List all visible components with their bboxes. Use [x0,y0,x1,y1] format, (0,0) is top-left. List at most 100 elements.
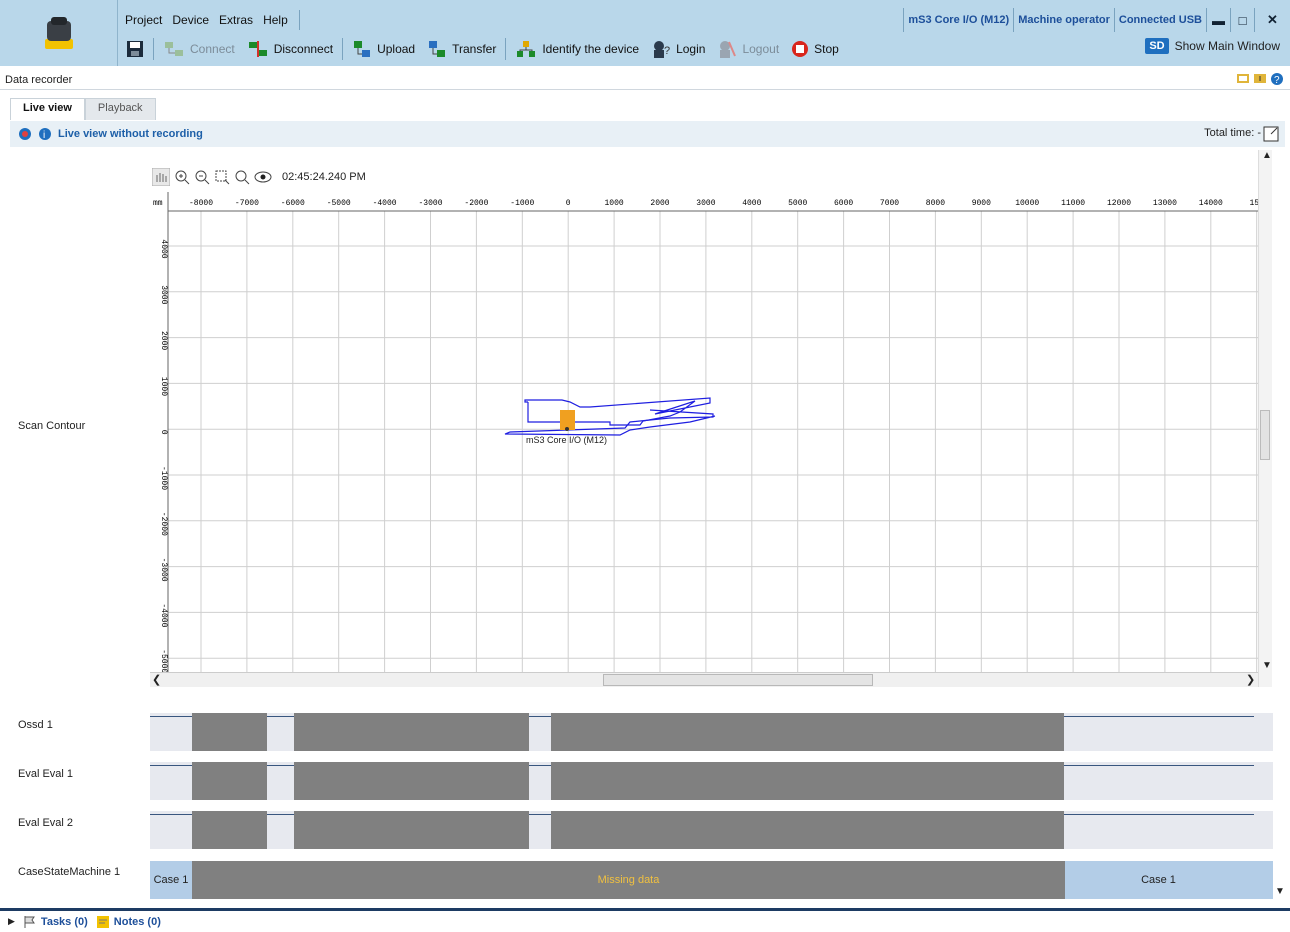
bottom-bar: ▶ Tasks (0) Notes (0) [0,908,1290,932]
stop-button[interactable]: Stop [785,37,845,61]
unit-label: mm [153,199,163,208]
case-right-segment: Case 1 [1141,874,1176,886]
device-status[interactable]: mS3 Core I/O (M12) [903,8,1013,32]
connect-button[interactable]: Connect [157,37,241,61]
live-info-bar: i Live view without recording Total time… [10,121,1285,147]
x-tick-label: 11000 [1061,199,1085,208]
x-tick-label: 13000 [1153,199,1177,208]
device-origin [565,427,569,431]
tab-live-view[interactable]: Live view [10,98,85,120]
stop-icon [792,41,809,57]
scroll-up-arrow[interactable]: ▲ [1262,150,1272,161]
y-tick-label: -1000 [159,466,168,490]
svg-text:?: ? [664,45,670,57]
y-tick-label: -5000 [159,649,168,672]
identify-device-button[interactable]: Identify the device [509,37,645,61]
signal-segment [551,713,1064,751]
horizontal-scroll-thumb[interactable] [603,674,873,686]
menu-project[interactable]: Project [120,13,167,27]
info-icon: i [39,128,51,141]
show-main-window-button[interactable]: SD Show Main Window [1145,38,1280,54]
disconnect-button[interactable]: Disconnect [241,37,339,61]
x-tick-label: 150 [1249,199,1258,208]
x-tick-label: 6000 [834,199,853,208]
scan-timestamp: 02:45:24.240 PM [282,171,366,183]
timeline-label: Eval Eval 1 [18,768,74,780]
export-icon[interactable] [1236,72,1250,86]
logout-icon [720,41,737,58]
x-tick-label: 3000 [696,199,715,208]
signal-low-line [266,765,294,766]
connection-status[interactable]: Connected USB [1113,8,1206,32]
note-icon [96,915,109,928]
pan-icon[interactable] [152,168,170,186]
signal-low-line [266,716,294,717]
sd-badge: SD [1145,38,1169,54]
view-icon[interactable] [254,169,272,185]
signal-low-line [150,765,192,766]
save-button[interactable] [120,37,150,61]
device-marker[interactable] [560,410,575,430]
panel-header: Data recorder ? [0,70,1290,90]
zoom-in-icon[interactable] [174,169,190,185]
transfer-button[interactable]: Transfer [421,37,502,61]
logout-button[interactable]: Logout [711,37,785,61]
y-tick-label: 4000 [159,239,168,258]
maximize-panel-icon[interactable] [1263,126,1279,142]
signal-low-line [150,716,192,717]
maximize-button[interactable]: □ [1230,8,1254,32]
device-label: mS3 Core I/O (M12) [526,435,607,445]
scroll-left-arrow[interactable]: ❮ [152,673,161,686]
timeline-label: Eval Eval 2 [18,817,74,829]
svg-text:i: i [43,130,45,141]
record-icon[interactable] [18,127,32,141]
svg-text:?: ? [1274,75,1280,86]
timeline-scrollbar[interactable]: ▼ [1273,700,1287,905]
menu-bar: Project Device Extras Help [120,10,300,30]
x-tick-label: 1000 [604,199,623,208]
menu-device[interactable]: Device [167,13,214,27]
vertical-scroll-thumb[interactable] [1260,410,1270,460]
minimize-button[interactable]: ▬ [1206,8,1230,32]
tab-strip: Live view Playback [10,98,156,120]
signal-low-line [150,814,192,815]
panel-actions: ? [1236,72,1284,86]
save-icon [127,41,143,57]
flag-icon [24,915,35,928]
zoom-fit-icon[interactable] [234,169,250,185]
zoom-out-icon[interactable] [194,169,210,185]
y-tick-label: -3000 [159,558,168,582]
timeline-scroll-down-arrow[interactable]: ▼ [1275,886,1285,897]
menu-extras[interactable]: Extras [214,13,258,27]
case-state-timeline[interactable]: Case 1 Missing data Case 1 [150,861,1274,899]
upload-icon [354,41,371,57]
scroll-down-arrow[interactable]: ▼ [1262,660,1272,671]
expand-arrow-icon[interactable]: ▶ [8,916,15,927]
login-button[interactable]: ? Login [645,37,711,61]
tasks-button[interactable]: Tasks (0) [23,915,88,929]
signal-segment [293,713,529,751]
user-status[interactable]: Machine operator [1013,8,1114,32]
zoom-rect-icon[interactable] [214,169,230,185]
import-icon[interactable] [1253,72,1267,86]
upload-button[interactable]: Upload [346,37,421,61]
toolbar-separator [153,38,154,60]
y-tick-label: 0 [159,430,168,435]
x-tick-label: -5000 [327,199,351,208]
scroll-right-arrow[interactable]: ❯ [1246,673,1255,686]
menu-help[interactable]: Help [258,13,293,27]
x-tick-label: -3000 [418,199,442,208]
signal-timeline[interactable] [150,713,1274,751]
notes-button[interactable]: Notes (0) [96,915,161,929]
help-icon[interactable]: ? [1270,72,1284,86]
signal-low-line [528,716,552,717]
signal-timeline[interactable] [150,811,1274,849]
close-button[interactable]: ✕ [1254,8,1290,32]
signal-low-line [528,814,552,815]
transfer-icon [429,41,446,57]
signal-timeline[interactable] [150,762,1274,800]
signal-segment [551,762,1064,800]
scan-contour-plot[interactable]: mm -8000 -7000 -6000 -5000 -4000 -3000 -2000 -1… [150,192,1258,672]
tab-playback[interactable]: Playback [84,98,156,120]
y-tick-label: 1000 [159,377,168,396]
